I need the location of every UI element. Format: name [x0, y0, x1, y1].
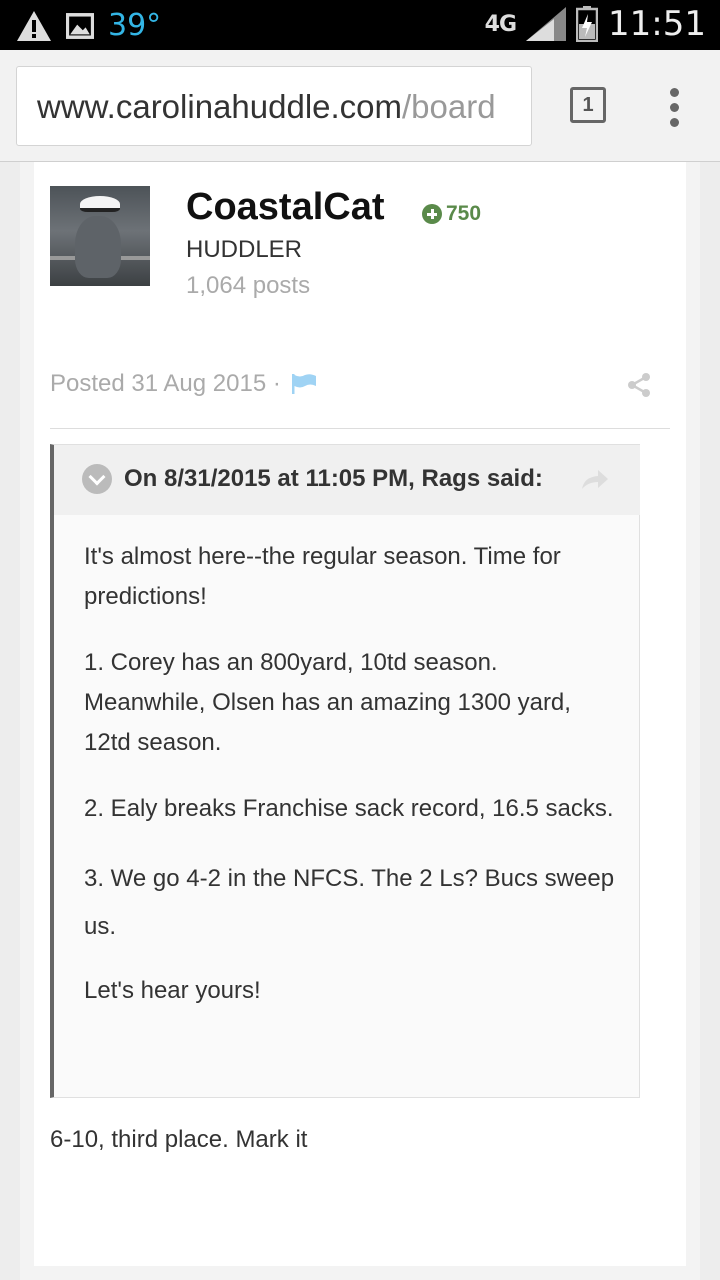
- quote-header: On 8/31/2015 at 11:05 PM, Rags said:: [54, 445, 640, 515]
- go-to-quoted-post-icon[interactable]: [580, 467, 610, 491]
- url-domain: www.carolinahuddle.com: [37, 88, 403, 125]
- quote-paragraph: It's almost here--the regular season. Ti…: [84, 543, 561, 610]
- post-date: Posted 31 Aug 2015 ·: [50, 370, 281, 397]
- quote-paragraph: Let's hear yours!: [84, 977, 261, 1004]
- quote-body: It's almost here--the regular season. Ti…: [84, 537, 624, 1037]
- forum-post: CoastalCat 750 HUDDLER 1,064 posts Poste…: [34, 162, 686, 1266]
- author-post-count: 1,064 posts: [186, 272, 311, 299]
- chevron-down-icon[interactable]: [82, 464, 112, 494]
- signal-icon: [526, 7, 567, 41]
- quote-paragraph: 2. Ealy breaks Franchise sack record, 16…: [84, 795, 614, 822]
- overflow-menu-icon[interactable]: [664, 88, 684, 128]
- report-flag-icon[interactable]: [291, 374, 317, 394]
- tab-switcher-button[interactable]: 1: [570, 87, 606, 123]
- quote-citation: On 8/31/2015 at 11:05 PM, Rags said:: [124, 465, 543, 492]
- post-meta: Posted 31 Aug 2015 ·: [50, 370, 317, 398]
- status-bar: 39° 4G 11:51: [0, 0, 720, 50]
- warning-icon: [17, 10, 51, 41]
- address-bar[interactable]: www.carolinahuddle.com/board: [16, 66, 532, 146]
- reputation-badge: 750: [422, 202, 481, 226]
- battery-icon: [576, 6, 599, 42]
- image-notification-icon: [66, 12, 94, 39]
- page-content: CoastalCat 750 HUDDLER 1,064 posts Poste…: [20, 162, 700, 1280]
- post-body-text: 6-10, third place. Mark it: [50, 1126, 308, 1153]
- share-icon[interactable]: [626, 372, 652, 398]
- url-text: www.carolinahuddle.com/board: [37, 88, 496, 126]
- author-rank: HUDDLER: [186, 236, 303, 263]
- plus-circle-icon: [422, 204, 442, 224]
- weather-temperature: 39°: [108, 8, 162, 43]
- divider: [50, 428, 670, 429]
- avatar[interactable]: [50, 186, 150, 286]
- quote-paragraph: 3. We go 4-2 in the NFCS. The 2 Ls? Bucs…: [84, 865, 615, 940]
- clock: 11:51: [608, 4, 706, 44]
- browser-toolbar: www.carolinahuddle.com/board 1: [0, 50, 720, 162]
- quote-paragraph: 1. Corey has an 800yard, 10td season. Me…: [84, 649, 571, 756]
- reputation-value: 750: [446, 202, 482, 225]
- network-type: 4G: [484, 11, 517, 37]
- quote-block: On 8/31/2015 at 11:05 PM, Rags said: It'…: [50, 444, 640, 1098]
- author-username[interactable]: CoastalCat: [186, 186, 385, 229]
- url-path: /board: [402, 88, 496, 125]
